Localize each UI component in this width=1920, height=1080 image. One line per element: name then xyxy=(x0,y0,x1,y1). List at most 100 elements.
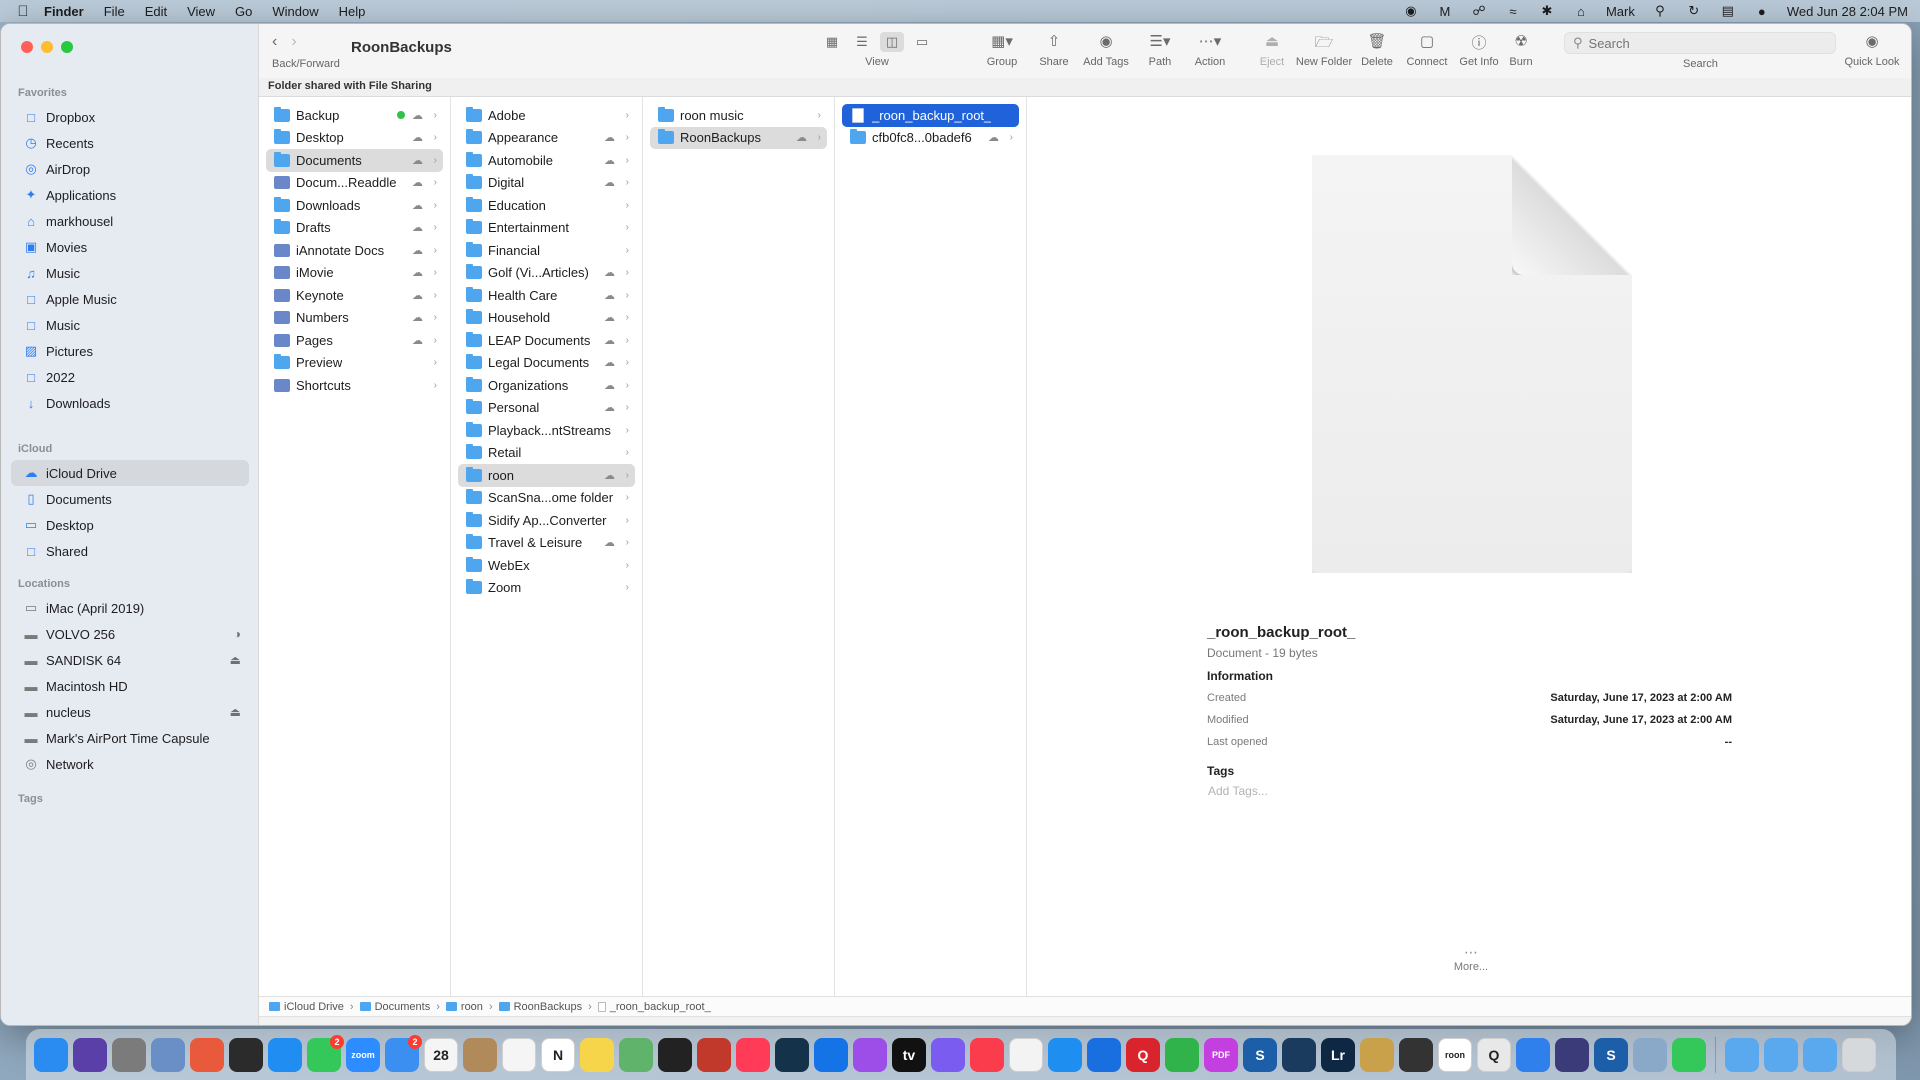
dock-finder-icon[interactable] xyxy=(34,1037,68,1072)
dock-tunein-icon[interactable] xyxy=(775,1037,809,1072)
dock-mail-icon[interactable]: 2 xyxy=(385,1034,422,1072)
sidebar-item-movies[interactable]: ▣ Movies xyxy=(11,234,249,260)
sidebar-item-2022[interactable]: □ 2022 xyxy=(11,364,249,390)
menu-view[interactable]: View xyxy=(187,4,215,19)
mail-status-icon[interactable]: M xyxy=(1436,4,1454,19)
cloud-download-icon[interactable]: ☁ xyxy=(604,131,615,144)
quick-look-button[interactable]: ◉ Quick Look xyxy=(1837,32,1907,68)
sidebar-item-icloud-drive[interactable]: ☁ iCloud Drive xyxy=(11,460,249,486)
folder-item[interactable]: Education › xyxy=(458,194,635,217)
sidebar-item-dropbox[interactable]: □ Dropbox xyxy=(11,104,249,130)
time-machine-icon[interactable]: ↻ xyxy=(1685,3,1703,19)
dock-notes-icon[interactable] xyxy=(580,1037,614,1072)
eject-icon[interactable]: ⏏ xyxy=(230,705,241,719)
menu-help[interactable]: Help xyxy=(339,4,366,19)
dock-mission-control-icon[interactable] xyxy=(229,1037,263,1072)
headphones-icon[interactable]: ☍ xyxy=(1470,3,1488,19)
cloud-download-icon[interactable]: ☁ xyxy=(604,176,615,189)
path-segment[interactable]: Documents xyxy=(359,1001,430,1013)
dock-scrivener-icon[interactable]: S xyxy=(1243,1037,1277,1072)
minimize-window-button[interactable] xyxy=(41,41,53,53)
dock-contacts-icon[interactable] xyxy=(463,1037,497,1072)
folder-item[interactable]: Docum...Readdle ☁ › xyxy=(266,172,443,195)
cloud-download-icon[interactable]: ☁ xyxy=(604,356,615,369)
folder-item[interactable]: Legal Documents ☁ › xyxy=(458,352,635,375)
dock-calendar-icon[interactable]: 28 xyxy=(424,1037,458,1072)
folder-item[interactable]: Automobile ☁ › xyxy=(458,149,635,172)
dock-quicktime-icon[interactable]: Q xyxy=(1477,1037,1511,1072)
dock-shortcuts-icon[interactable] xyxy=(1555,1037,1589,1072)
cloud-download-icon[interactable]: ☁ xyxy=(796,131,807,144)
eject-icon[interactable]: ⏏ xyxy=(230,653,241,667)
sidebar-item-applications[interactable]: ✦ Applications xyxy=(11,182,249,208)
sidebar-item-markhousel[interactable]: ⌂ markhousel xyxy=(11,208,249,234)
menu-edit[interactable]: Edit xyxy=(145,4,167,19)
folder-item[interactable]: Documents ☁ › xyxy=(266,149,443,172)
search-input[interactable] xyxy=(1588,35,1819,51)
more-button[interactable]: ⋯ More... xyxy=(1451,944,1491,973)
wifi-icon[interactable]: ⌂ xyxy=(1572,4,1590,19)
dock-screens-icon[interactable] xyxy=(1282,1037,1316,1072)
path-segment[interactable]: roon xyxy=(445,1001,483,1013)
folder-item[interactable]: roon ☁ › xyxy=(458,464,635,487)
cloud-download-icon[interactable]: ☁ xyxy=(412,311,423,324)
dock-facetime-icon[interactable] xyxy=(1672,1037,1706,1072)
folder-item[interactable]: Drafts ☁ › xyxy=(266,217,443,240)
cloud-download-icon[interactable]: ☁ xyxy=(604,334,615,347)
folder-item[interactable]: Personal ☁ › xyxy=(458,397,635,420)
dock-tasks-icon[interactable] xyxy=(814,1037,848,1072)
folder-item[interactable]: Entertainment › xyxy=(458,217,635,240)
folder-item[interactable]: WebEx › xyxy=(458,554,635,577)
folder-item[interactable]: Digital ☁ › xyxy=(458,172,635,195)
sidebar-item-documents[interactable]: ▯ Documents xyxy=(11,486,249,512)
dock-applications-stack-icon[interactable] xyxy=(1764,1037,1798,1072)
menubar-clock[interactable]: Wed Jun 28 2:04 PM xyxy=(1787,4,1908,19)
path-button[interactable]: ☰▾ Path xyxy=(1137,32,1183,68)
sidebar-item-apple-music[interactable]: □ Apple Music xyxy=(11,286,249,312)
sidebar-item-shared[interactable]: □ Shared xyxy=(11,538,249,564)
new-folder-button[interactable]: 🗁 New Folder xyxy=(1289,32,1359,68)
folder-item[interactable]: ScanSna...ome folder › xyxy=(458,487,635,510)
cloud-download-icon[interactable]: ☁ xyxy=(412,334,423,347)
column-view-icon[interactable]: ◫ xyxy=(880,32,904,52)
dock-messenger-icon[interactable] xyxy=(931,1037,965,1072)
dock-utility-folder-icon[interactable] xyxy=(1633,1037,1667,1072)
sidebar-item-desktop[interactable]: ▭ Desktop xyxy=(11,512,249,538)
sidebar-item-airdrop[interactable]: ◎ AirDrop xyxy=(11,156,249,182)
cloud-download-icon[interactable]: ☁ xyxy=(604,379,615,392)
dock-stocks-icon[interactable] xyxy=(658,1037,692,1072)
dock-roon-icon[interactable]: roon xyxy=(1438,1037,1472,1072)
path-segment[interactable]: iCloud Drive xyxy=(269,1001,344,1013)
forward-chevron-icon[interactable]: › xyxy=(291,33,296,51)
folder-item[interactable]: Zoom › xyxy=(458,577,635,600)
cloud-download-icon[interactable]: ☁ xyxy=(412,131,423,144)
menu-file[interactable]: File xyxy=(104,4,125,19)
sidebar-item-downloads[interactable]: ↓ Downloads xyxy=(11,390,249,416)
dock-launchpad-icon[interactable] xyxy=(190,1037,224,1072)
sidebar-item-macintosh-hd[interactable]: ▬ Macintosh HD xyxy=(11,673,249,699)
cloud-download-icon[interactable]: ☁ xyxy=(988,131,999,144)
back-chevron-icon[interactable]: ‹ xyxy=(272,33,277,51)
dock-zoom-icon[interactable]: zoom xyxy=(346,1037,380,1072)
cloud-download-icon[interactable]: ☁ xyxy=(604,469,615,482)
folder-item[interactable]: Golf (Vi...Articles) ☁ › xyxy=(458,262,635,285)
folder-item[interactable]: iAnnotate Docs ☁ › xyxy=(266,239,443,262)
dock-quicken-icon[interactable]: Q xyxy=(1126,1037,1160,1072)
folder-item[interactable]: Preview › xyxy=(266,352,443,375)
add-tags-button[interactable]: ◉ Add Tags xyxy=(1071,32,1141,68)
apple-menu-icon[interactable]:  xyxy=(12,3,34,20)
dock-apple-tv-icon[interactable]: tv xyxy=(892,1037,926,1072)
cloud-download-icon[interactable]: ☁ xyxy=(604,401,615,414)
folder-item[interactable]: Travel & Leisure ☁ › xyxy=(458,532,635,555)
folder-item[interactable]: Keynote ☁ › xyxy=(266,284,443,307)
dock-reminders-icon[interactable] xyxy=(502,1037,536,1072)
zoom-window-button[interactable] xyxy=(61,41,73,53)
path-segment[interactable]: _roon_backup_root_ xyxy=(597,1001,711,1013)
cloud-download-icon[interactable]: ☁ xyxy=(412,289,423,302)
file-item[interactable]: _roon_backup_root_ xyxy=(842,104,1019,127)
folder-item[interactable]: iMovie ☁ › xyxy=(266,262,443,285)
folder-item[interactable]: Appearance ☁ › xyxy=(458,127,635,150)
dock-safari-icon[interactable] xyxy=(1048,1037,1082,1072)
cloud-download-icon[interactable]: ☁ xyxy=(412,244,423,257)
dock-system-settings-icon[interactable] xyxy=(112,1037,146,1072)
